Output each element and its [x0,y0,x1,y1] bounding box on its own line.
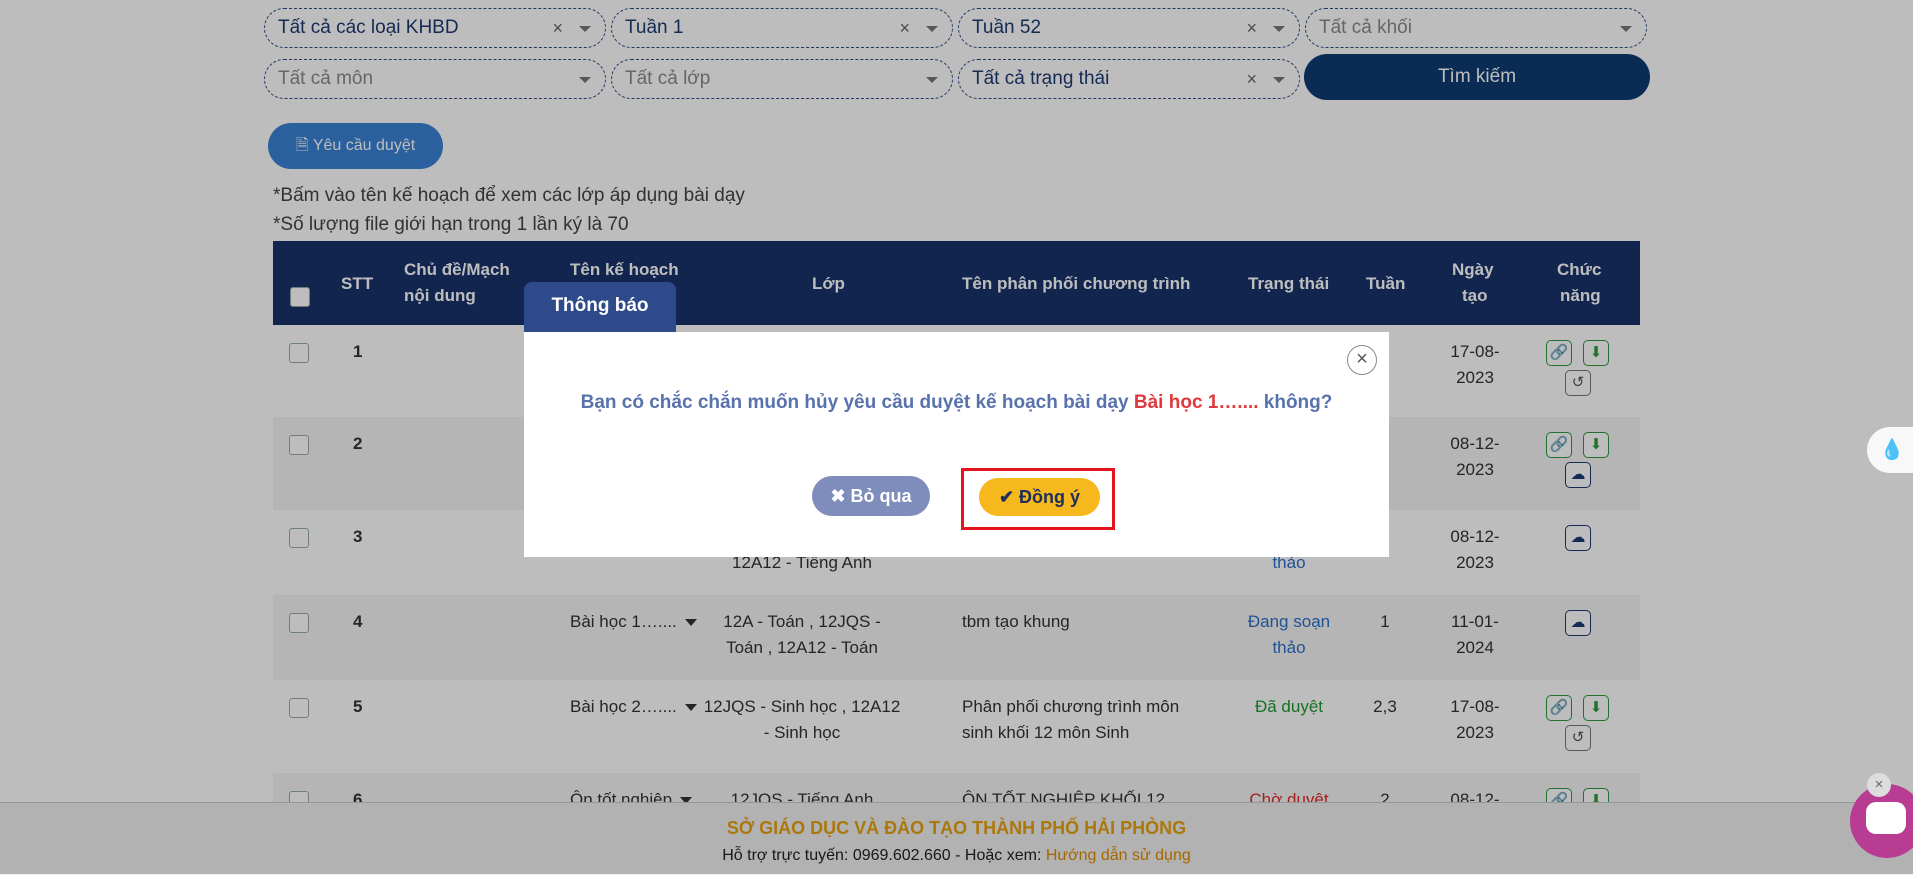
confirm-label: Đồng ý [1019,487,1081,507]
confirm-question: Bạn có chắc chắn muốn hủy yêu cầu duyệt … [524,392,1389,414]
plan-name-highlight: Bài học 1….... [1133,392,1259,413]
chat-close-icon[interactable]: × [1867,773,1891,797]
modal-tab-title: Thông báo [524,282,676,332]
cancel-label: Bỏ qua [850,486,912,506]
accessibility-widget-icon[interactable]: 💧 [1867,427,1913,473]
confirm-dialog: × Bạn có chắc chắn muốn hủy yêu cầu duyệ… [524,332,1389,557]
cancel-button[interactable]: ✖ Bỏ qua [812,476,930,516]
question-end: không? [1263,392,1333,413]
check-icon: ✔ [998,487,1015,507]
close-x-icon: ✖ [830,486,846,506]
chat-bubble-icon [1866,802,1906,834]
question-text: Bạn có chắc chắn muốn hủy yêu cầu duyệt … [580,392,1129,413]
close-icon[interactable]: × [1347,345,1377,375]
confirm-button[interactable]: ✔ Đồng ý [979,478,1100,516]
